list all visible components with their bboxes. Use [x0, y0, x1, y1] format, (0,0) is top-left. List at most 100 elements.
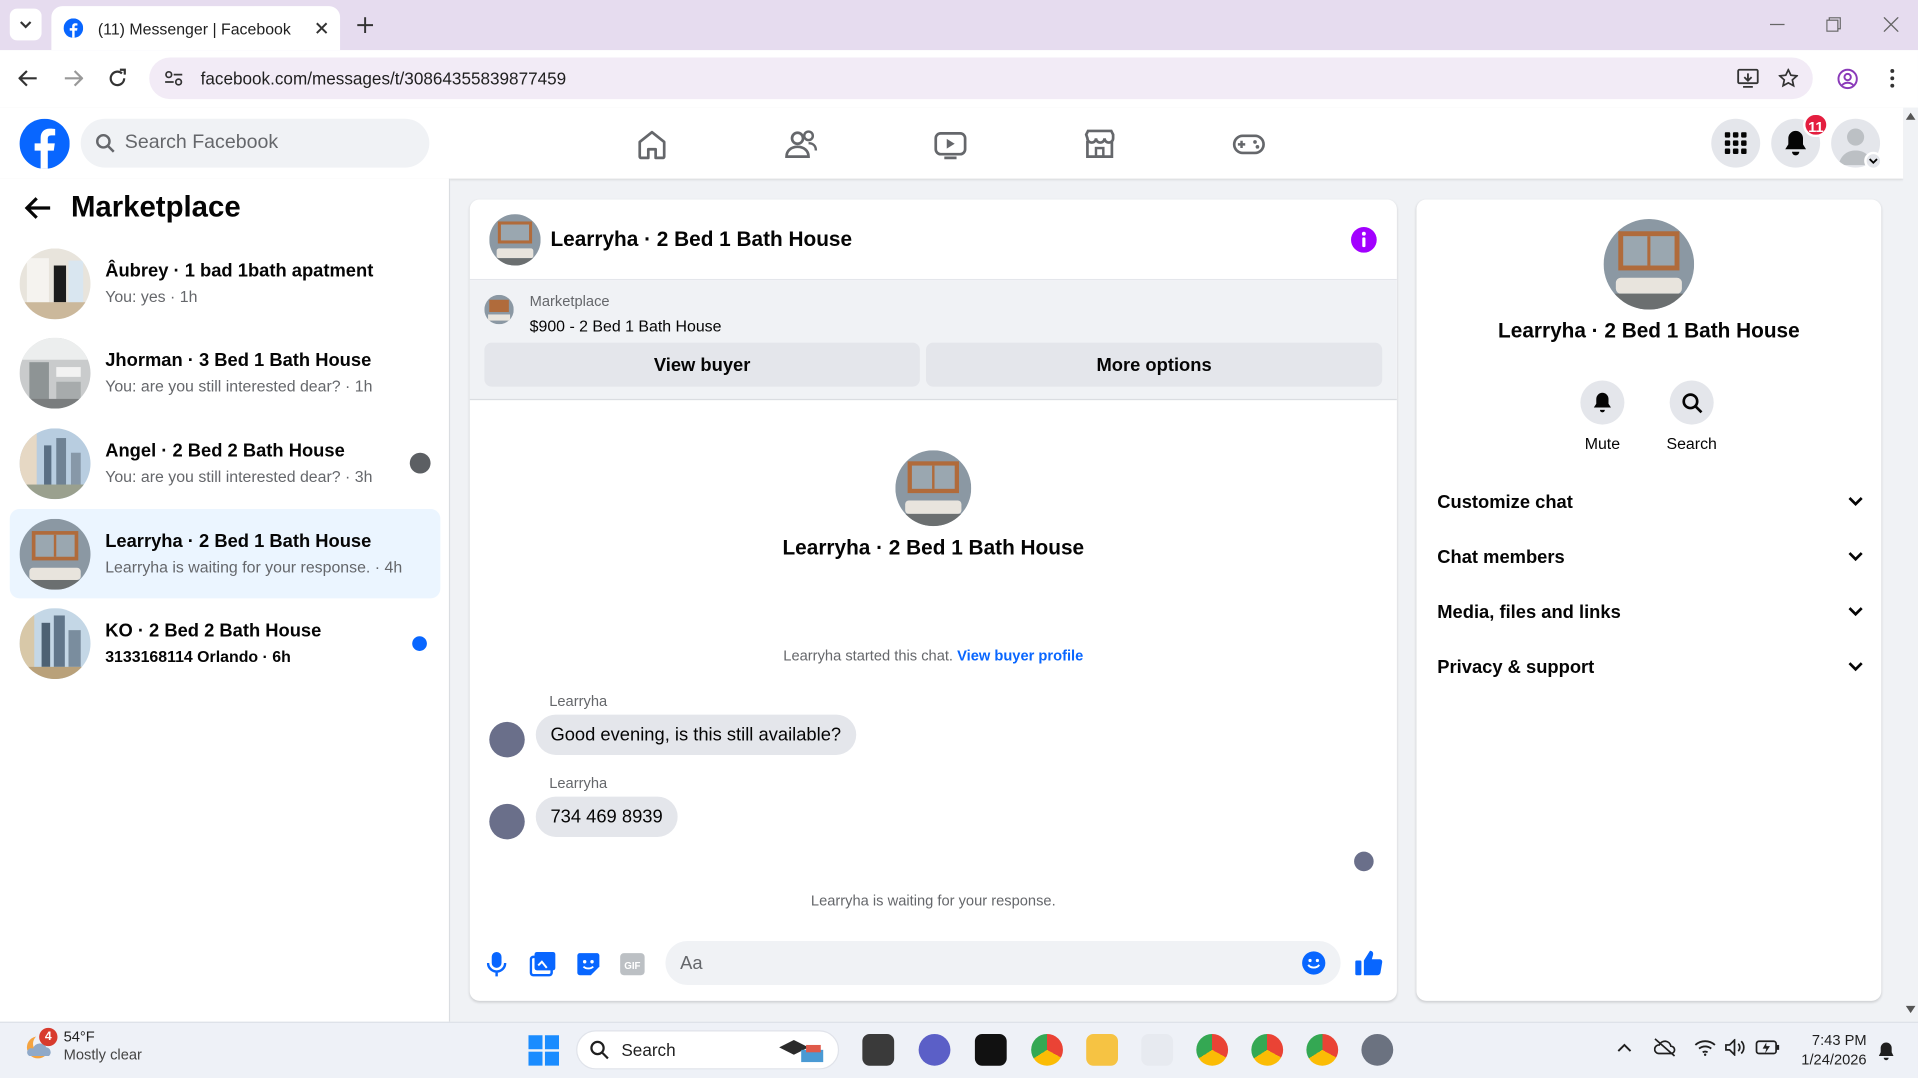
windows-start-icon[interactable]: [528, 1035, 560, 1066]
message-bubble[interactable]: 734 469 8939: [535, 796, 678, 837]
search-label: Search: [1666, 434, 1717, 453]
file-explorer-icon[interactable]: [1086, 1033, 1119, 1066]
site-info-icon[interactable]: [164, 70, 184, 87]
svg-text:GIF: GIF: [624, 961, 640, 972]
taskbar-search[interactable]: Search: [576, 1030, 840, 1070]
search-highlight-icon: [779, 1040, 824, 1063]
forward-icon[interactable]: [64, 70, 84, 87]
chat-header: Learryha · 2 Bed 1 Bath House: [469, 199, 1397, 281]
sender-avatar[interactable]: [489, 803, 525, 840]
snipping-tool-icon[interactable]: [1141, 1033, 1174, 1066]
info-icon[interactable]: [1350, 226, 1377, 253]
mute-button[interactable]: [1580, 380, 1625, 425]
info-avatar[interactable]: [1603, 219, 1695, 310]
task-view-icon[interactable]: [862, 1033, 895, 1066]
message-sender: Learryha: [549, 774, 608, 792]
conversation-item[interactable]: KO · 2 Bed 2 Bath House 3133168114 Orlan…: [10, 598, 441, 687]
listing-thumbnail: [19, 337, 91, 409]
page-scrollbar[interactable]: [1903, 107, 1918, 1022]
listing-price[interactable]: $900 - 2 Bed 1 Bath House: [530, 317, 722, 335]
video-icon[interactable]: [933, 127, 967, 161]
capcut-icon[interactable]: [974, 1033, 1007, 1066]
facebook-logo-icon[interactable]: [19, 118, 70, 169]
chat-avatar[interactable]: [489, 213, 541, 265]
window-close-icon[interactable]: [1883, 17, 1899, 32]
view-buyer-button[interactable]: View buyer: [484, 342, 920, 387]
close-tab-icon[interactable]: [316, 22, 328, 34]
menu-button[interactable]: [1711, 118, 1761, 168]
search-action[interactable]: Search: [1664, 380, 1720, 453]
chat-title[interactable]: Learryha · 2 Bed 1 Bath House: [550, 227, 1350, 251]
browser-tab[interactable]: (11) Messenger | Facebook: [51, 6, 341, 51]
mute-action[interactable]: Mute: [1578, 380, 1627, 453]
section-chat-members[interactable]: Chat members: [1437, 530, 1863, 584]
notification-bell-icon[interactable]: [1878, 1041, 1895, 1061]
chrome-profile-icon[interactable]: [1196, 1033, 1229, 1066]
conversation-preview: 3133168114 Orlando · 6h: [105, 647, 291, 666]
weather-badge: 4: [39, 1027, 58, 1047]
gif-icon[interactable]: GIF: [619, 952, 646, 976]
minimize-icon[interactable]: [1769, 23, 1785, 26]
attach-media-icon[interactable]: [529, 951, 557, 978]
sticker-icon[interactable]: [575, 951, 602, 978]
new-tab-icon[interactable]: [357, 17, 374, 34]
section-label: Privacy & support: [1437, 656, 1595, 678]
like-thumb-icon[interactable]: [1354, 950, 1383, 977]
taskbar-search-label: Search: [621, 1040, 676, 1060]
back-arrow-icon[interactable]: [24, 196, 51, 220]
section-label: Customize chat: [1437, 491, 1573, 513]
account-chevron[interactable]: [1864, 151, 1883, 171]
home-icon[interactable]: [635, 127, 669, 161]
sender-avatar[interactable]: [489, 721, 525, 758]
weather-desc: Mostly clear: [63, 1046, 142, 1064]
scroll-down-icon[interactable]: [1905, 1005, 1916, 1014]
settings-gear-icon[interactable]: [1361, 1033, 1394, 1066]
conversation-item[interactable]: Âubrey · 1 bad 1bath apatment You: yes ·…: [10, 239, 441, 328]
cloud-off-icon[interactable]: [1653, 1038, 1676, 1058]
gaming-icon[interactable]: [1232, 127, 1266, 161]
chrome-profile-icon[interactable]: [1251, 1033, 1284, 1066]
conversation-preview: You: yes · 1h: [105, 287, 198, 306]
back-icon[interactable]: [18, 70, 38, 87]
message-input[interactable]: Aa: [665, 940, 1341, 985]
conversation-preview: You: are you still interested dear? · 1h: [105, 376, 373, 396]
chat-started-note: Learryha started this chat. View buyer p…: [470, 647, 1397, 664]
reload-icon[interactable]: [108, 68, 128, 89]
wifi-icon[interactable]: [1694, 1039, 1716, 1056]
scroll-up-icon[interactable]: [1905, 112, 1916, 120]
restore-icon[interactable]: [1826, 17, 1841, 32]
conversation-item[interactable]: Jhorman · 3 Bed 1 Bath House You: are yo…: [10, 328, 441, 417]
install-app-icon[interactable]: [1737, 68, 1759, 89]
tab-search-button[interactable]: [9, 8, 42, 41]
clock[interactable]: 7:43 PM 1/24/2026: [1786, 1030, 1866, 1069]
view-buyer-profile-link[interactable]: View buyer profile: [957, 647, 1083, 664]
section-customize-chat[interactable]: Customize chat: [1437, 475, 1863, 529]
section-privacy-support[interactable]: Privacy & support: [1437, 640, 1863, 694]
friends-icon[interactable]: [784, 127, 818, 161]
listing-thumbnail: [19, 247, 91, 319]
battery-icon[interactable]: [1755, 1040, 1780, 1055]
microphone-icon[interactable]: [486, 951, 507, 978]
url-text[interactable]: facebook.com/messages/t/3086435583987745…: [201, 69, 1737, 89]
volume-icon[interactable]: [1725, 1038, 1747, 1056]
conversation-item[interactable]: Angel · 2 Bed 2 Bath House You: are you …: [10, 418, 441, 507]
chrome-icon[interactable]: [1031, 1033, 1063, 1066]
apps-grid-icon: [1724, 132, 1747, 155]
browser-menu-icon[interactable]: [1890, 69, 1895, 89]
chrome-profile-icon[interactable]: [1306, 1033, 1339, 1066]
search-in-chat-button[interactable]: [1669, 380, 1714, 425]
conversation-item-selected[interactable]: Learryha · 2 Bed 1 Bath House Learryha i…: [9, 509, 441, 599]
chat-app-icon[interactable]: [918, 1033, 951, 1066]
profile-icon[interactable]: [1837, 68, 1858, 90]
section-media-files-links[interactable]: Media, files and links: [1437, 585, 1863, 639]
panel-title: Marketplace: [70, 190, 241, 224]
facebook-search[interactable]: Search Facebook: [80, 118, 430, 168]
message-bubble[interactable]: Good evening, is this still available?: [535, 714, 856, 755]
address-bar[interactable]: facebook.com/messages/t/3086435583987745…: [149, 57, 1813, 100]
emoji-icon[interactable]: [1301, 951, 1326, 975]
bookmark-star-icon[interactable]: [1778, 68, 1799, 89]
marketplace-icon[interactable]: [1083, 127, 1117, 161]
intro-avatar[interactable]: [895, 450, 972, 527]
chevron-up-icon[interactable]: [1617, 1043, 1632, 1053]
more-options-button[interactable]: More options: [925, 342, 1383, 387]
